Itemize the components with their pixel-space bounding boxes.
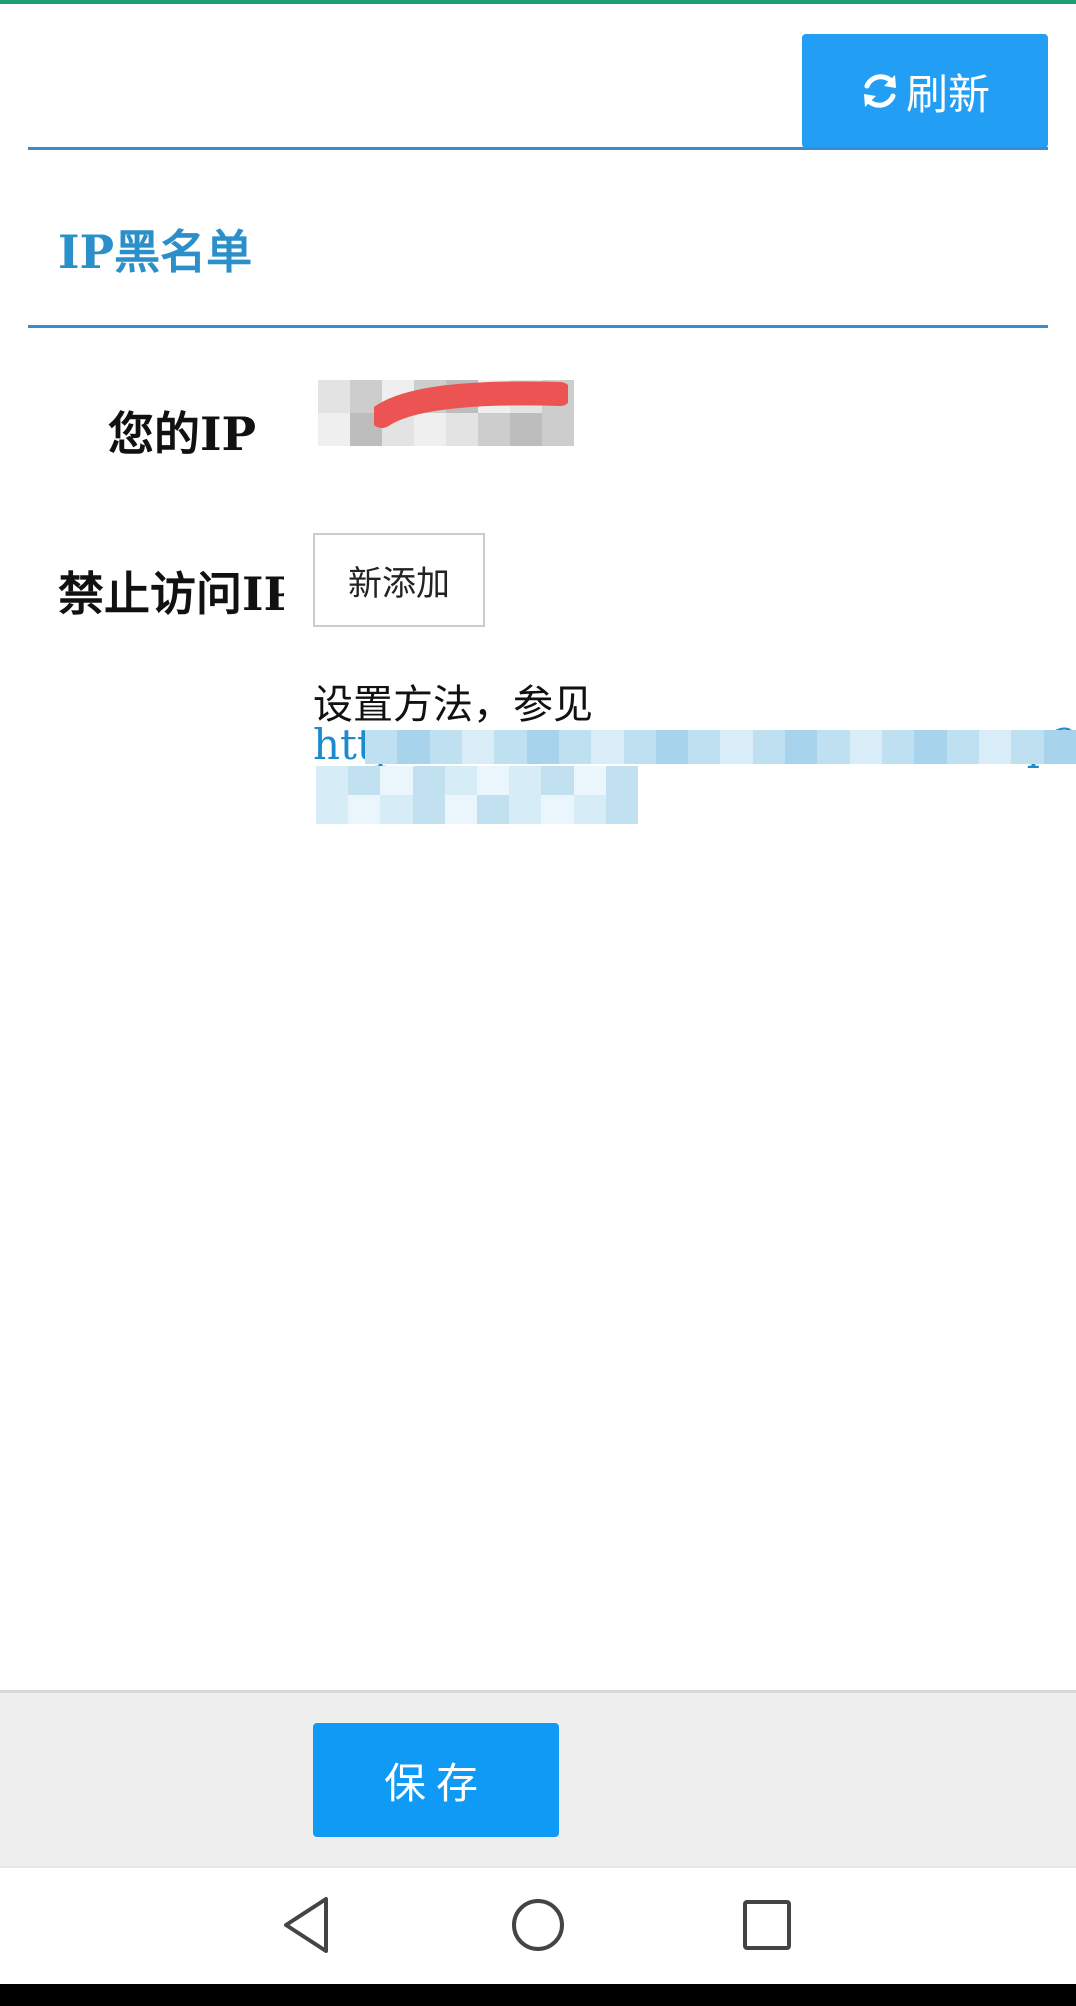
help-link-redaction [365,730,1076,764]
section-title: IP黑名单 [58,225,253,279]
add-new-button[interactable]: 新添加 [313,533,485,627]
your-ip-label: 您的IP [108,407,257,461]
help-link-redaction-line2 [316,766,638,824]
bottom-black-strip [0,1984,1076,2006]
recents-square-icon[interactable] [742,1895,792,1955]
section-divider [28,325,1048,328]
header-divider [28,147,1048,150]
home-circle-icon[interactable] [510,1895,566,1955]
back-triangle-icon[interactable] [280,1895,332,1955]
refresh-label: 刷新 [905,69,990,119]
ip-redaction-mark [374,381,568,428]
blocked-ip-label: 禁止访问IP [58,567,284,621]
save-button[interactable]: 保存 [313,1723,559,1837]
top-accent-bar [0,0,1076,4]
refresh-button[interactable]: 刷新 [802,34,1048,148]
refresh-icon [860,71,900,111]
